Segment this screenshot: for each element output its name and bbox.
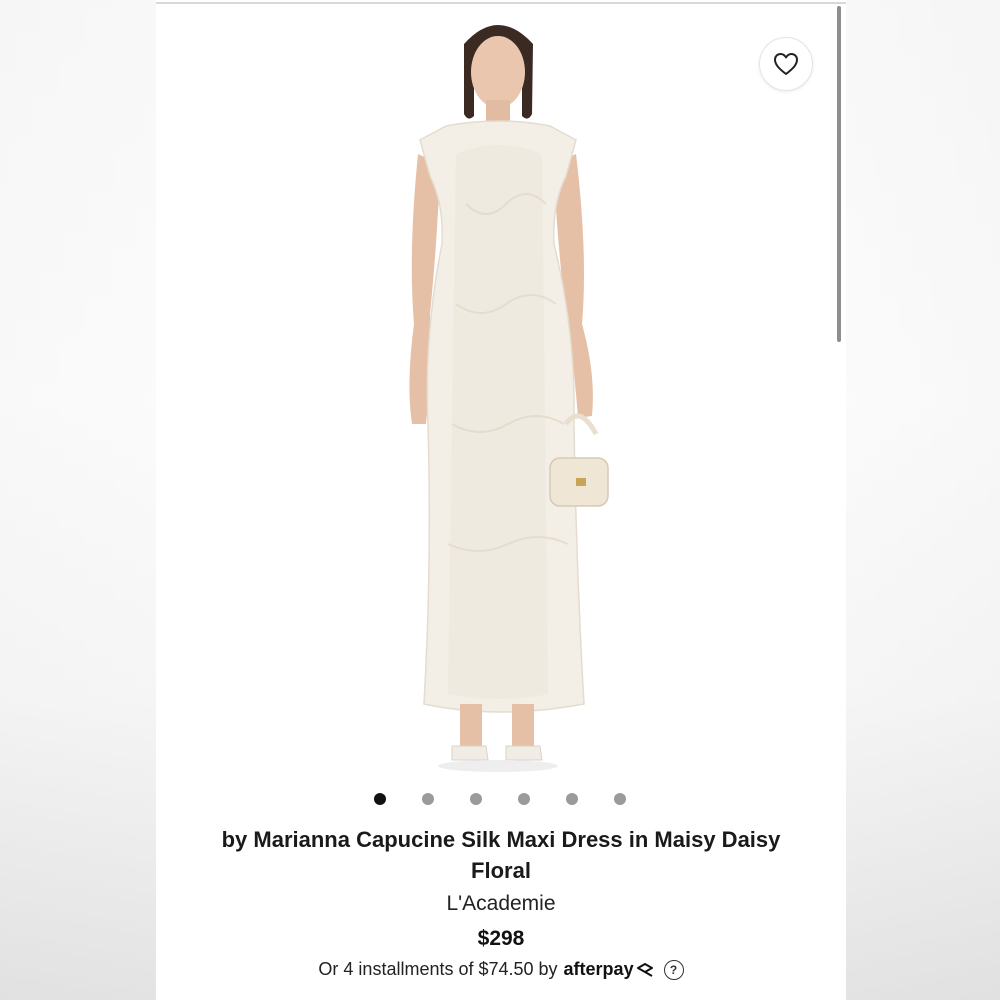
afterpay-arrows-icon: [636, 962, 653, 977]
question-circle-icon[interactable]: ?: [663, 959, 684, 980]
product-page: by Marianna Capucine Silk Maxi Dress in …: [156, 0, 846, 1000]
image-carousel-dots: [374, 793, 626, 805]
model-illustration: [409, 25, 609, 772]
carousel-dot-3[interactable]: [470, 793, 482, 805]
product-brand[interactable]: L'Academie: [156, 892, 846, 916]
installments-info: Or 4 installments of $74.50 by afterpay …: [156, 959, 846, 980]
scrollbar[interactable]: [837, 6, 841, 342]
backdrop-right: [846, 0, 1000, 1000]
installments-text: Or 4 installments of $74.50 by: [318, 959, 558, 979]
backdrop-left: [0, 0, 156, 1000]
afterpay-wordmark: afterpay: [563, 959, 634, 979]
carousel-dot-4[interactable]: [518, 793, 530, 805]
product-price: $298: [477, 927, 525, 950]
carousel-dot-1[interactable]: [374, 793, 386, 805]
carousel-dot-5[interactable]: [566, 793, 578, 805]
afterpay-logo: afterpay: [564, 959, 654, 980]
carousel-dot-2[interactable]: [422, 793, 434, 805]
carousel-dot-6[interactable]: [614, 793, 626, 805]
product-title: by Marianna Capucine Silk Maxi Dress in …: [221, 827, 781, 883]
wishlist-button[interactable]: [759, 37, 813, 91]
heart-icon: [774, 53, 798, 75]
product-image[interactable]: [156, 4, 836, 779]
